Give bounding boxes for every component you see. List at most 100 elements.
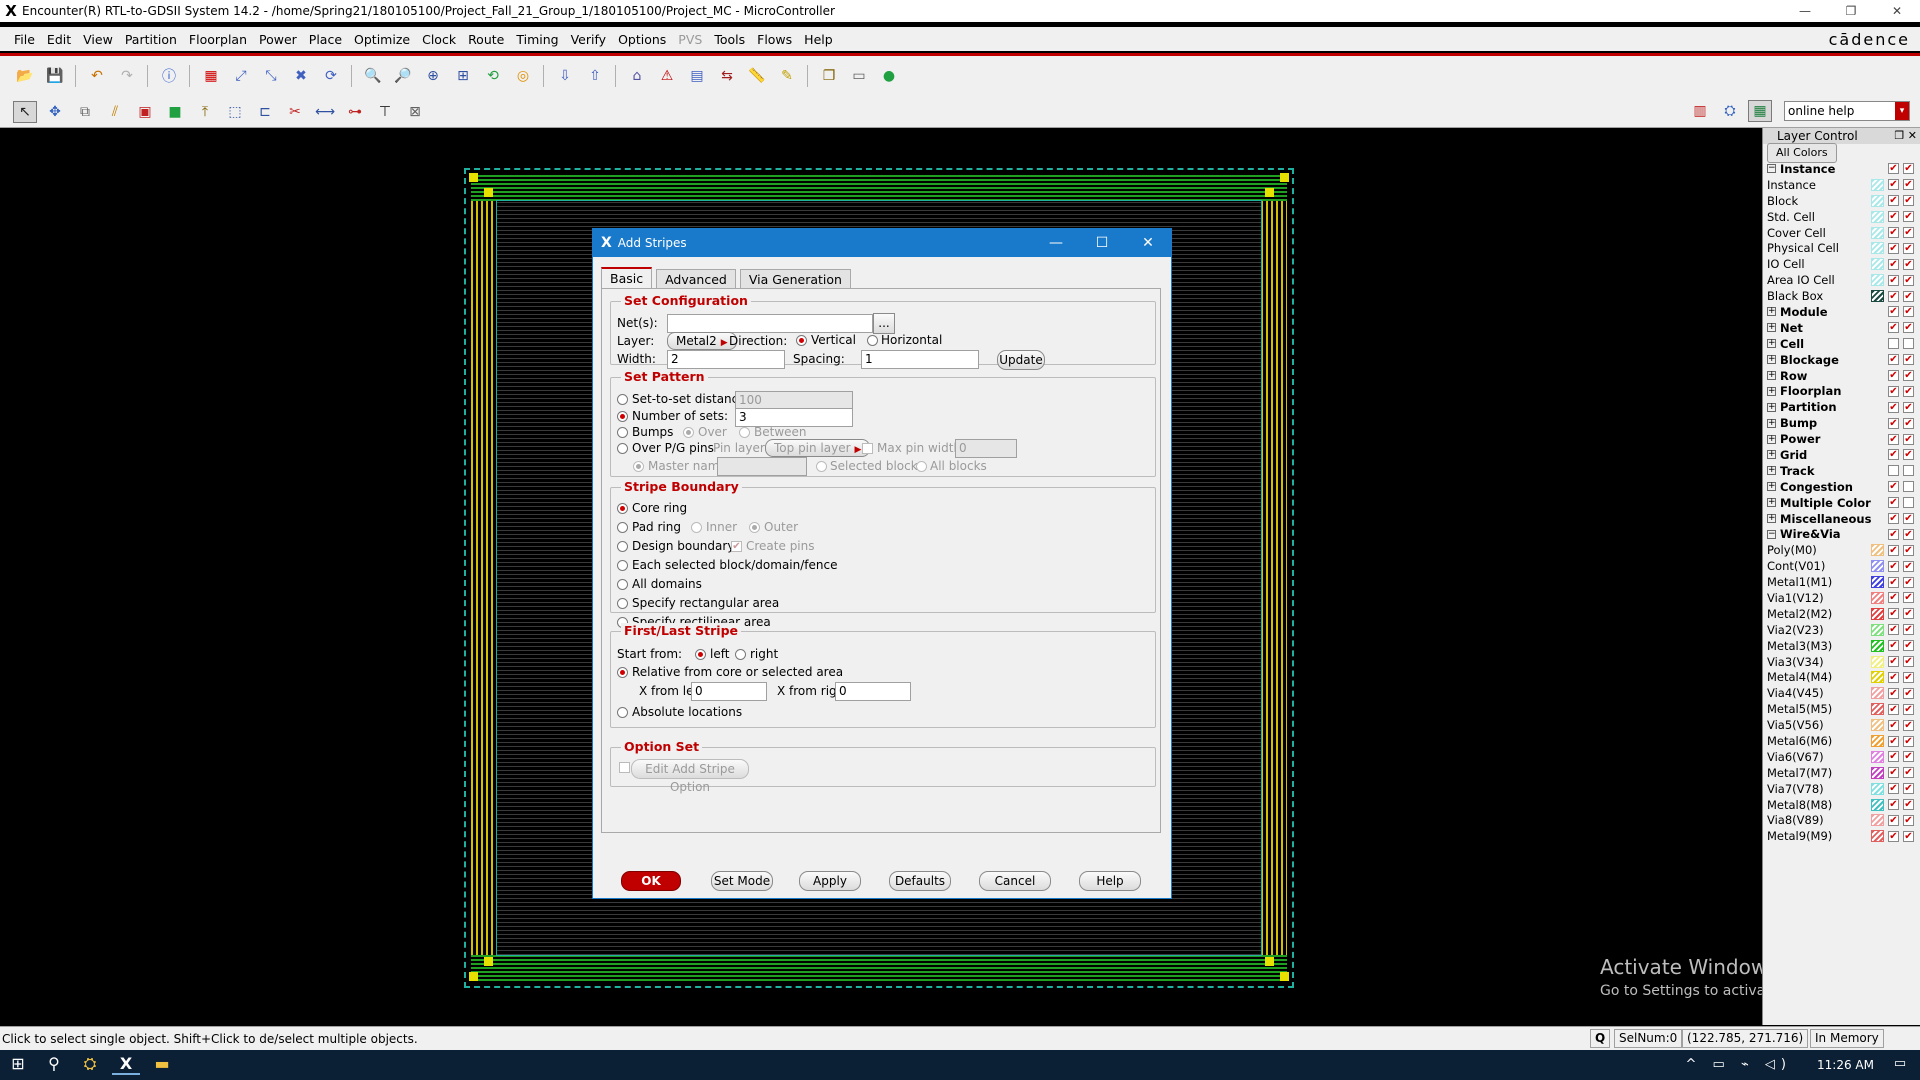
inner-radio[interactable]: [691, 522, 702, 533]
layer-color-swatch[interactable]: [1871, 210, 1884, 223]
selectable-checkbox[interactable]: ✔: [1903, 687, 1914, 699]
visible-checkbox[interactable]: ✔: [1888, 195, 1899, 207]
option-set-checkbox[interactable]: [619, 762, 630, 773]
layer-row[interactable]: Via6(V67) ✔ ✔: [1763, 749, 1920, 765]
tab-via-generation[interactable]: Via Generation: [739, 269, 851, 288]
layer-group-row[interactable]: + Blockage ✔ ✔: [1763, 352, 1920, 368]
horizontal-radio[interactable]: [867, 335, 878, 346]
bumps-over-radio[interactable]: [683, 427, 694, 438]
layer-row[interactable]: Metal7(M7) ✔ ✔: [1763, 765, 1920, 781]
bumps-between-radio[interactable]: [739, 427, 750, 438]
start-left-radio[interactable]: [695, 649, 706, 660]
taskbar-clock[interactable]: 11:26 AM: [1817, 1058, 1874, 1072]
layer-row[interactable]: Metal9(M9) ✔ ✔: [1763, 828, 1920, 844]
query-button[interactable]: Q: [1590, 1029, 1611, 1048]
layer-group-row[interactable]: + Cell: [1763, 336, 1920, 352]
layer-color-swatch[interactable]: [1871, 194, 1884, 207]
selectable-checkbox[interactable]: ✔: [1903, 656, 1914, 668]
align-icon[interactable]: ⊏: [253, 101, 277, 123]
visible-checkbox[interactable]: ✔: [1888, 671, 1899, 683]
absolute-radio[interactable]: [617, 707, 628, 718]
online-help-input[interactable]: online help ▾: [1784, 101, 1910, 121]
selectable-checkbox[interactable]: [1903, 465, 1914, 477]
layer-color-swatch[interactable]: [1871, 560, 1884, 573]
layer-group-row[interactable]: + Track: [1763, 463, 1920, 479]
notification-icon[interactable]: ▭: [1886, 1056, 1914, 1071]
layer-row[interactable]: Via2(V23) ✔ ✔: [1763, 622, 1920, 638]
visible-checkbox[interactable]: ✔: [1888, 735, 1899, 747]
selectable-checkbox[interactable]: ✔: [1903, 370, 1914, 382]
width-input[interactable]: 2: [667, 350, 785, 369]
dialog-minimize-button[interactable]: —: [1033, 229, 1079, 257]
selectable-checkbox[interactable]: ✔: [1903, 799, 1914, 811]
copy-icon[interactable]: ⧉: [73, 101, 97, 123]
all-colors-button[interactable]: All Colors: [1767, 142, 1837, 163]
layer-palette-icon[interactable]: ▥: [1688, 100, 1712, 122]
menu-file[interactable]: File: [8, 32, 41, 47]
layer-group-row[interactable]: + Miscellaneous ✔ ✔: [1763, 511, 1920, 527]
visible-checkbox[interactable]: ✔: [1888, 258, 1899, 270]
visible-checkbox[interactable]: ✔: [1888, 274, 1899, 286]
close-button[interactable]: ✕: [1874, 0, 1920, 22]
visible-checkbox[interactable]: ✔: [1888, 544, 1899, 556]
x-from-left-input[interactable]: 0: [691, 682, 767, 701]
all-blocks-radio[interactable]: [916, 461, 927, 472]
selectable-checkbox[interactable]: ✔: [1903, 433, 1914, 445]
system-tray-icons[interactable]: ^ ▭ ⌁ ◁): [1686, 1057, 1792, 1072]
layer-group-row[interactable]: + Module ✔ ✔: [1763, 304, 1920, 320]
selectable-checkbox[interactable]: ✔: [1903, 354, 1914, 366]
selectable-checkbox[interactable]: ✔: [1903, 735, 1914, 747]
layer-row[interactable]: Via5(V56) ✔ ✔: [1763, 717, 1920, 733]
layer-row[interactable]: Physical Cell ✔ ✔: [1763, 240, 1920, 256]
pin-layer-select[interactable]: Top pin layer ▶: [765, 439, 871, 457]
layer-group-row[interactable]: + Multiple Color ✔: [1763, 495, 1920, 511]
selectable-checkbox[interactable]: ✔: [1903, 576, 1914, 588]
pad-ring-radio[interactable]: [617, 522, 628, 533]
layer-color-swatch[interactable]: [1871, 242, 1884, 255]
expand-icon[interactable]: +: [1767, 450, 1776, 460]
selectable-checkbox[interactable]: ✔: [1903, 814, 1914, 826]
visible-checkbox[interactable]: ✔: [1888, 528, 1899, 540]
layer-group-row[interactable]: + Partition ✔ ✔: [1763, 399, 1920, 415]
layer-row[interactable]: Metal8(M8) ✔ ✔: [1763, 797, 1920, 813]
layer-row[interactable]: Cont(V01) ✔ ✔: [1763, 558, 1920, 574]
selectable-checkbox[interactable]: ✔: [1903, 544, 1914, 556]
layer-color-swatch[interactable]: [1871, 576, 1884, 589]
visible-checkbox[interactable]: ✔: [1888, 417, 1899, 429]
expand-icon[interactable]: +: [1767, 434, 1776, 444]
selectable-checkbox[interactable]: [1903, 338, 1914, 350]
layer-color-swatch[interactable]: [1871, 703, 1884, 716]
layer-group-row[interactable]: + Bump ✔ ✔: [1763, 415, 1920, 431]
relative-radio[interactable]: [617, 667, 628, 678]
visible-checkbox[interactable]: [1888, 338, 1899, 350]
open-folder-icon[interactable]: 📂: [13, 65, 37, 87]
outer-radio[interactable]: [749, 522, 760, 533]
set-mode-button[interactable]: Set Mode: [711, 871, 773, 891]
zoom-previous-icon[interactable]: ⟲: [481, 65, 505, 87]
master-name-radio[interactable]: [633, 461, 644, 472]
layer-row[interactable]: Via8(V89) ✔ ✔: [1763, 813, 1920, 829]
visible-checkbox[interactable]: ✔: [1888, 640, 1899, 652]
defaults-button[interactable]: Defaults: [889, 871, 951, 891]
menu-edit[interactable]: Edit: [41, 32, 77, 47]
expand-icon[interactable]: +: [1767, 386, 1776, 396]
timing-debug-icon[interactable]: ⌂: [625, 65, 649, 87]
menu-floorplan[interactable]: Floorplan: [183, 32, 253, 47]
expand-icon[interactable]: +: [1767, 355, 1776, 365]
visible-checkbox[interactable]: ✔: [1888, 719, 1899, 731]
layer-color-swatch[interactable]: [1871, 750, 1884, 763]
globe-icon[interactable]: ●: [877, 65, 901, 87]
expand-icon[interactable]: +: [1767, 514, 1776, 524]
layer-color-swatch[interactable]: [1871, 735, 1884, 747]
start-icon[interactable]: ⊞: [4, 1054, 32, 1073]
layer-row[interactable]: Poly(M0) ✔ ✔: [1763, 542, 1920, 558]
visible-checkbox[interactable]: ✔: [1888, 211, 1899, 223]
each-selected-block-radio[interactable]: [617, 560, 628, 571]
layer-row[interactable]: Metal1(M1) ✔ ✔: [1763, 574, 1920, 590]
layer-row[interactable]: Std. Cell ✔ ✔: [1763, 209, 1920, 225]
zoom-in-icon[interactable]: 🔍: [361, 65, 385, 87]
create-pins-checkbox[interactable]: ✔: [731, 541, 742, 552]
net-connect-icon[interactable]: ⇆: [715, 65, 739, 87]
layer-row[interactable]: Instance ✔ ✔: [1763, 177, 1920, 193]
selectable-checkbox[interactable]: ✔: [1903, 385, 1914, 397]
